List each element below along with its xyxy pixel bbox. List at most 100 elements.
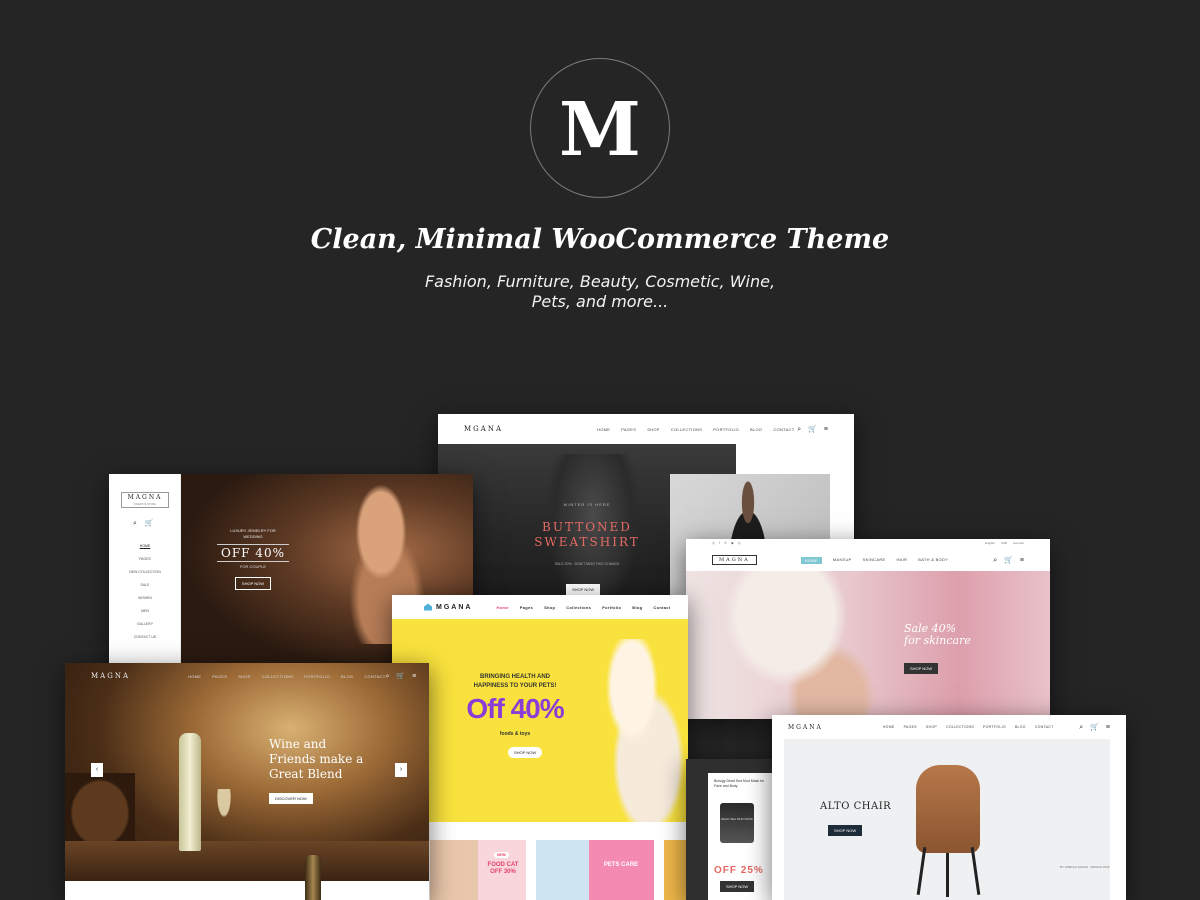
nav-item[interactable]: BLOG xyxy=(341,674,353,679)
instagram-icon[interactable]: ◎ xyxy=(738,541,741,545)
nav-item[interactable]: HOME xyxy=(800,556,822,564)
nav-item[interactable]: COLLECTIONS xyxy=(262,674,294,679)
nav-item[interactable]: Shop xyxy=(544,605,555,610)
nav-item[interactable]: Home xyxy=(496,605,508,610)
wine-content-strip xyxy=(65,881,429,900)
social-icon[interactable]: ◎ xyxy=(712,541,715,545)
pets-navbar: MGANA Home Pages Shop Collections Portfo… xyxy=(392,595,688,619)
nav-item[interactable]: SHOP xyxy=(238,674,251,679)
nav-item[interactable]: Portfolio xyxy=(602,605,621,610)
search-icon[interactable]: ⌕ xyxy=(386,673,390,680)
nav-item[interactable]: PORTFOLIO xyxy=(713,427,739,432)
wine-glass-image xyxy=(213,789,235,829)
cart-icon[interactable]: 🛒 xyxy=(396,673,405,680)
product-card[interactable]: Biology Dead Sea Mud Mask for Face and B… xyxy=(708,773,776,900)
nav-item[interactable]: HOME xyxy=(188,674,201,679)
menu-item[interactable]: SALE xyxy=(109,583,181,596)
cart-icon[interactable]: 🛒 xyxy=(145,520,154,527)
search-icon[interactable]: ⌕ xyxy=(1079,724,1083,731)
pets-hero-banner: BRINGING HEALTH AND HAPPINESS TO YOUR PE… xyxy=(392,619,688,829)
pets-foods: foods & toys xyxy=(499,731,531,737)
pets-headline-line-2: HAPPINESS TO YOUR PETS! xyxy=(473,683,557,689)
nav-item[interactable]: COLLECTIONS xyxy=(671,427,703,432)
chair-brand[interactable]: MGANA xyxy=(788,724,823,731)
shop-now-button[interactable]: SHOP NOW xyxy=(566,584,601,595)
menu-item[interactable]: HOME xyxy=(109,544,181,557)
pets-demo-screenshot[interactable]: MGANA Home Pages Shop Collections Portfo… xyxy=(392,595,688,900)
nav-item[interactable]: COLLECTIONS xyxy=(946,725,974,729)
nav-item[interactable]: PAGES xyxy=(212,674,227,679)
shop-now-button[interactable]: SHOP NOW xyxy=(720,881,755,892)
shop-now-button[interactable]: SHOP NOW xyxy=(508,747,543,758)
menu-item[interactable]: PAGES xyxy=(109,557,181,570)
nav-item[interactable]: HAIR xyxy=(896,557,907,564)
menu-item[interactable]: GALLERY xyxy=(109,622,181,635)
language-select[interactable]: English xyxy=(985,541,995,545)
beauty-demo-screenshot[interactable]: ◎ f ✕ ◆ ◎ English USD Account MAGNA HOME… xyxy=(686,539,1050,719)
nav-item[interactable]: MAKEUP xyxy=(833,557,852,564)
shop-now-button[interactable]: SHOP NOW xyxy=(904,663,939,674)
cart-icon[interactable]: 🛒 xyxy=(808,426,817,433)
nav-item[interactable]: CONTACT xyxy=(364,674,385,679)
nav-item[interactable]: HOME xyxy=(597,427,610,432)
menu-item[interactable]: NEW COLLECTION xyxy=(109,570,181,583)
menu-icon[interactable]: ≡ xyxy=(412,673,416,680)
nav-item[interactable]: SKINCARE xyxy=(863,557,886,564)
cart-icon[interactable]: 🛒 xyxy=(1004,557,1013,564)
nav-item[interactable]: PORTFOLIO xyxy=(304,674,330,679)
shop-now-button[interactable]: SHOP NOW xyxy=(234,577,272,590)
chair-leg xyxy=(916,847,927,895)
nav-item[interactable]: Blog xyxy=(632,605,642,610)
pets-brand[interactable]: MGANA xyxy=(424,603,472,611)
shop-now-button[interactable]: SHOP NOW xyxy=(828,825,863,836)
twitter-icon[interactable]: ✕ xyxy=(724,541,727,545)
nav-item[interactable]: Contact xyxy=(653,605,670,610)
wine-demo-screenshot[interactable]: Wine and Friends make a Great Blend DISC… xyxy=(65,663,429,900)
cart-icon[interactable]: 🛒 xyxy=(1090,724,1099,731)
beauty-brand[interactable]: MAGNA xyxy=(712,555,757,565)
search-icon[interactable]: ⌕ xyxy=(133,520,137,527)
search-icon[interactable]: ⌕ xyxy=(797,426,801,433)
wine-brand[interactable]: MAGNA xyxy=(91,672,130,680)
nav-item[interactable]: HOME xyxy=(883,725,895,729)
furniture-demo-screenshot[interactable]: MGANA HOME PAGES SHOP COLLECTIONS PORTFO… xyxy=(772,715,1126,900)
pets-headline: BRINGING HEALTH AND HAPPINESS TO YOUR PE… xyxy=(452,673,578,691)
account-link[interactable]: Account xyxy=(1013,541,1024,545)
jewelry-line-3: FOR COUPLE xyxy=(239,564,266,569)
menu-item[interactable]: CONTACT US xyxy=(109,635,181,648)
prev-arrow-icon[interactable]: ‹ xyxy=(91,763,103,777)
currency-select[interactable]: USD xyxy=(1001,541,1007,545)
nav-item[interactable]: BLOG xyxy=(1015,725,1026,729)
fashion-brand[interactable]: MGANA xyxy=(464,425,503,433)
nav-item[interactable]: PORTFOLIO xyxy=(983,725,1006,729)
nav-item[interactable]: CONTACT xyxy=(773,427,794,432)
pets-offer: Off 40% xyxy=(466,693,564,724)
menu-icon[interactable]: ≡ xyxy=(1106,724,1110,731)
product-demo-screenshot[interactable]: Biology Dead Sea Mud Mask for Face and B… xyxy=(686,759,776,900)
jewelry-logo[interactable]: MAGNA CREATIVE STORE xyxy=(121,492,169,508)
nav-item[interactable]: CONTACT xyxy=(1035,725,1054,729)
promo-tile[interactable] xyxy=(664,840,688,900)
subline-line-2: Pets, and more... xyxy=(531,292,669,311)
facebook-icon[interactable]: f xyxy=(719,541,720,545)
menu-icon[interactable]: ≡ xyxy=(824,426,828,433)
nav-item[interactable]: BATH & BODY xyxy=(918,557,948,564)
logo-letter: M xyxy=(559,87,641,173)
nav-item[interactable]: SHOP xyxy=(926,725,937,729)
discover-now-button[interactable]: DISCOVER NOW xyxy=(269,793,313,804)
chair-leg xyxy=(946,853,949,897)
nav-item[interactable]: SHOP xyxy=(647,427,660,432)
menu-item[interactable]: WOMEN xyxy=(109,596,181,609)
menu-item[interactable]: MEN xyxy=(109,609,181,622)
nav-item[interactable]: BLOG xyxy=(750,427,762,432)
pets-care-tile[interactable]: PETS CARE xyxy=(536,840,654,900)
nav-item[interactable]: Pages xyxy=(520,605,533,610)
search-icon[interactable]: ⌕ xyxy=(993,557,997,564)
nav-item[interactable]: PAGES xyxy=(904,725,917,729)
food-cat-tile[interactable]: NEW! FOOD CAT OFF 30% xyxy=(430,840,526,900)
next-arrow-icon[interactable]: › xyxy=(395,763,407,777)
pinterest-icon[interactable]: ◆ xyxy=(731,541,734,545)
nav-item[interactable]: Collections xyxy=(566,605,591,610)
menu-icon[interactable]: ≡ xyxy=(1020,557,1024,564)
nav-item[interactable]: PAGES xyxy=(621,427,636,432)
